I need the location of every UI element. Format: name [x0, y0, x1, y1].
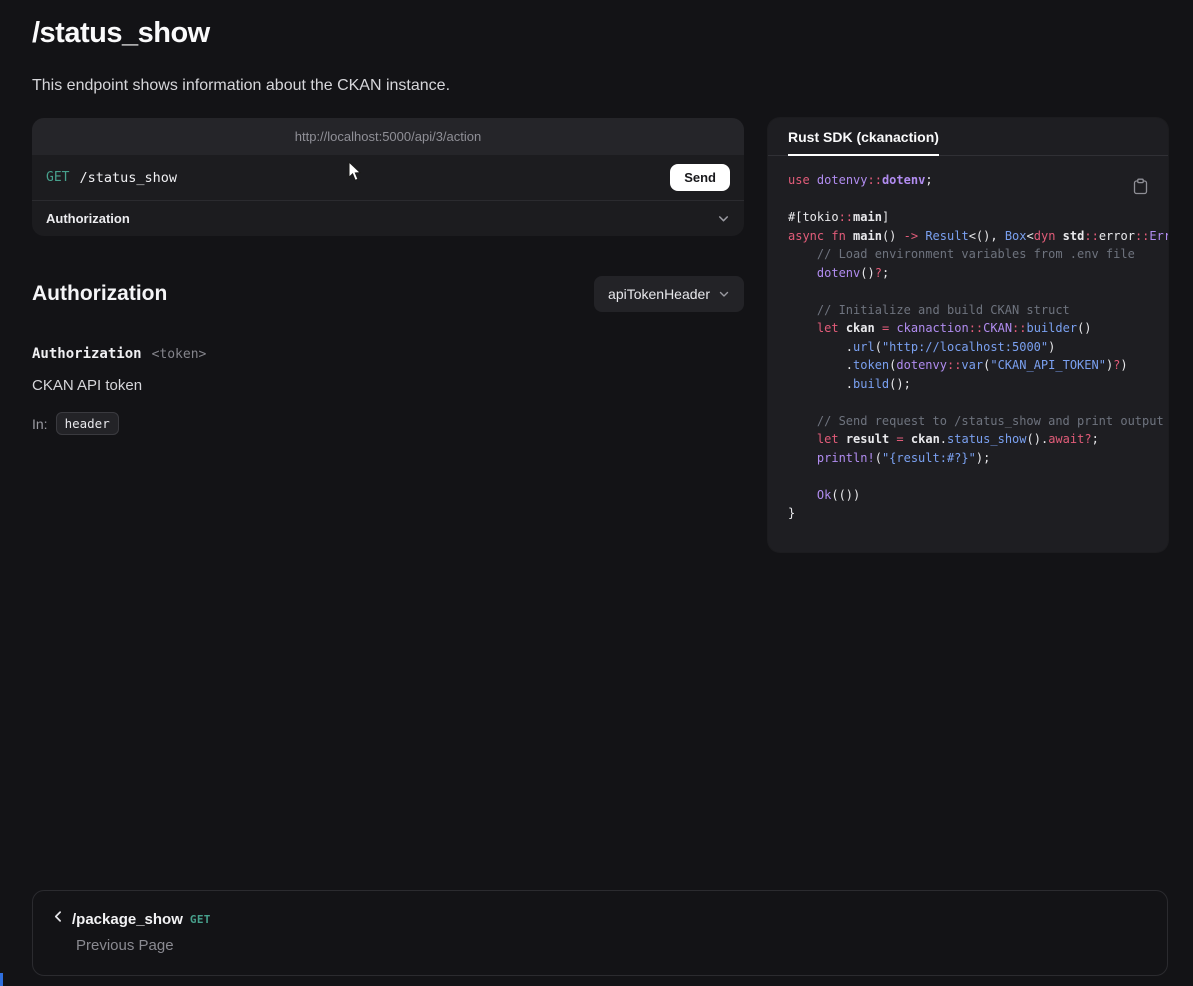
- chevron-down-icon: [718, 288, 730, 300]
- request-card: http://localhost:5000/api/3/action GET /…: [32, 118, 744, 236]
- auth-parameter-description: CKAN API token: [32, 377, 142, 394]
- base-url-bar[interactable]: http://localhost:5000/api/3/action: [32, 118, 744, 155]
- authorization-heading: Authorization: [32, 282, 167, 306]
- chevron-down-icon: [717, 212, 730, 225]
- code-block[interactable]: use dotenvy::dotenv; #[tokio::main] asyn…: [768, 156, 1168, 523]
- previous-page-path: /package_show: [72, 911, 183, 928]
- previous-page-card[interactable]: /package_show GET Previous Page: [32, 890, 1168, 976]
- endpoint-path: /status_show: [79, 170, 177, 186]
- auth-scheme-dropdown[interactable]: apiTokenHeader: [594, 276, 744, 312]
- auth-parameter-row: Authorization <token>: [32, 346, 206, 362]
- request-auth-label: Authorization: [46, 211, 130, 226]
- code-sample-panel: Rust SDK (ckanaction) use dotenvy::doten…: [768, 118, 1168, 552]
- request-auth-accordion[interactable]: Authorization: [32, 200, 744, 236]
- code-tab-bar: Rust SDK (ckanaction): [768, 118, 1168, 156]
- authorization-section-header: Authorization apiTokenHeader: [32, 276, 744, 312]
- copy-code-button[interactable]: [1131, 176, 1150, 200]
- auth-in-value-badge: header: [56, 412, 119, 435]
- page-title: /status_show: [32, 17, 210, 50]
- previous-page-label: Previous Page: [76, 937, 174, 954]
- base-url-text: http://localhost:5000/api/3/action: [295, 129, 481, 144]
- previous-page-method: GET: [190, 913, 211, 926]
- auth-in-row: In: header: [32, 412, 119, 435]
- auth-parameter-name: Authorization: [32, 346, 142, 362]
- clipboard-icon: [1133, 183, 1148, 198]
- code-tab-rust-sdk[interactable]: Rust SDK (ckanaction): [788, 129, 939, 156]
- edge-scroll-mark: [0, 973, 3, 986]
- request-row: GET /status_show Send: [32, 155, 744, 200]
- auth-scheme-selected: apiTokenHeader: [608, 286, 710, 302]
- endpoint-description: This endpoint shows information about th…: [32, 77, 450, 95]
- chevron-left-icon: [52, 910, 65, 928]
- api-reference-page: /status_show This endpoint shows informa…: [0, 0, 1193, 986]
- http-method-badge: GET: [46, 170, 69, 185]
- auth-in-label: In:: [32, 416, 48, 432]
- send-button[interactable]: Send: [670, 164, 730, 191]
- auth-parameter-placeholder: <token>: [152, 347, 207, 362]
- previous-page-row: /package_show GET: [52, 910, 211, 928]
